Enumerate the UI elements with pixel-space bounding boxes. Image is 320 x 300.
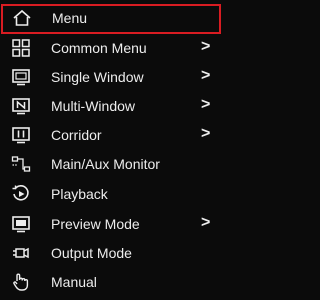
single-window-icon — [11, 67, 31, 87]
home-icon — [12, 8, 32, 28]
menu-item-label: Single Window — [51, 69, 144, 85]
menu-item-output-mode[interactable]: Output Mode — [0, 239, 226, 267]
playback-icon — [11, 184, 31, 204]
menu-item-label: Preview Mode — [51, 216, 140, 232]
menu-item-preview-mode[interactable]: Preview Mode > — [0, 210, 226, 238]
menu-item-corridor[interactable]: Corridor > — [0, 121, 226, 149]
chevron-right-icon: > — [201, 67, 211, 84]
menu-item-label: Corridor — [51, 127, 102, 143]
chevron-right-icon: > — [201, 96, 211, 113]
output-mode-icon — [11, 243, 31, 263]
context-menu: Menu Common Menu > Single Window > Multi… — [0, 0, 226, 300]
menu-item-playback[interactable]: Playback — [0, 180, 226, 208]
menu-item-label: Menu — [52, 10, 88, 26]
preview-mode-icon — [11, 214, 31, 234]
menu-item-menu[interactable]: Menu — [1, 4, 221, 34]
menu-item-manual[interactable]: Manual — [0, 268, 226, 296]
manual-icon — [11, 272, 31, 292]
menu-item-label: Main/Aux Monitor — [51, 156, 160, 172]
menu-item-common-menu[interactable]: Common Menu > — [0, 34, 226, 62]
menu-item-multi-window[interactable]: Multi-Window > — [0, 92, 226, 120]
menu-item-main-aux-monitor[interactable]: Main/Aux Monitor — [0, 150, 226, 178]
chevron-right-icon: > — [201, 214, 211, 231]
menu-item-label: Playback — [51, 186, 108, 202]
multi-window-icon — [11, 96, 31, 116]
chevron-right-icon: > — [201, 125, 211, 142]
menu-item-single-window[interactable]: Single Window > — [0, 63, 226, 91]
monitor-switch-icon — [11, 154, 31, 174]
menu-item-label: Multi-Window — [51, 98, 136, 114]
menu-item-label: Manual — [51, 274, 97, 290]
menu-item-label: Output Mode — [51, 245, 132, 261]
chevron-right-icon: > — [201, 38, 211, 55]
grid-icon — [11, 38, 31, 58]
corridor-icon — [11, 125, 31, 145]
menu-item-label: Common Menu — [51, 40, 147, 56]
